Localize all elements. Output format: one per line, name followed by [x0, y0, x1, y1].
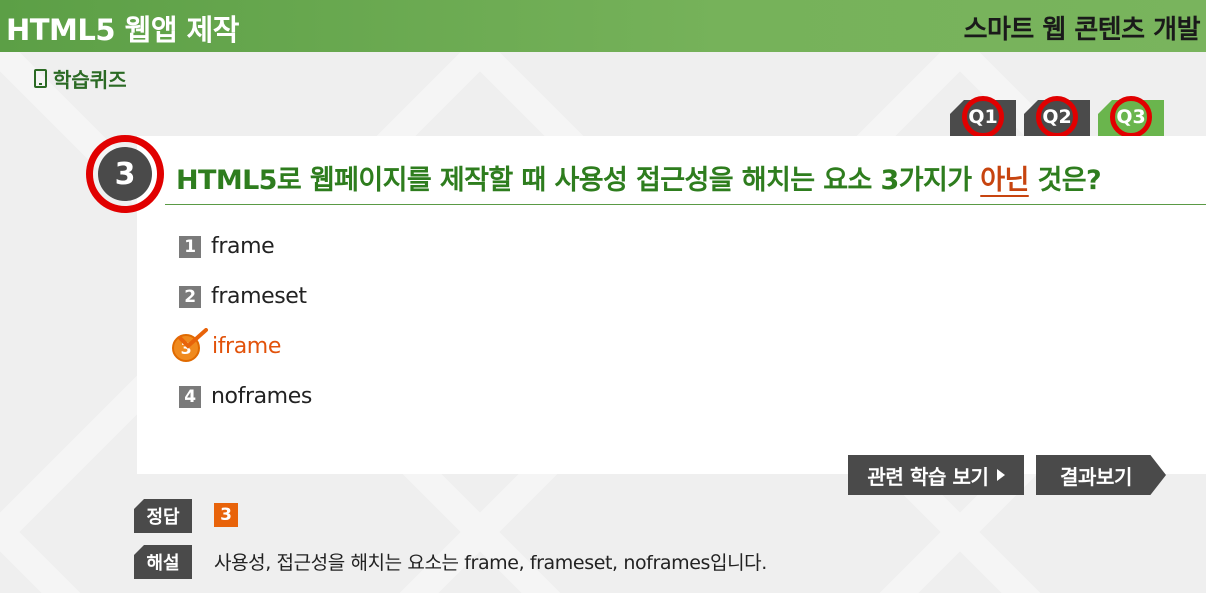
tab-q2[interactable]: Q2 — [1024, 96, 1090, 138]
section-header: 학습퀴즈 — [34, 64, 127, 93]
question-number: 3 — [98, 147, 152, 201]
option-number: 1 — [179, 235, 201, 258]
tab-q3-label: Q3 — [1110, 96, 1152, 138]
option-2[interactable]: 2 frameset — [179, 284, 307, 309]
explanation-text: 사용성, 접근성을 해치는 요소는 frame, frameset, nofra… — [214, 552, 767, 574]
question-number-badge: 3 — [86, 135, 164, 213]
question-emphasis: 아닌 — [980, 165, 1029, 196]
option-3[interactable]: 3 iframe — [170, 328, 281, 364]
option-label: noframes — [211, 384, 312, 409]
option-label: frame — [211, 234, 275, 259]
checkmark-icon — [178, 328, 208, 349]
course-subtitle: 스마트 웹 콘텐츠 개발 — [963, 15, 1201, 45]
option-1[interactable]: 1 frame — [179, 234, 275, 259]
explanation-label: 해설 — [134, 545, 192, 579]
checked-answer-icon: 3 — [170, 328, 210, 364]
section-title: 학습퀴즈 — [53, 68, 127, 92]
option-4[interactable]: 4 noframes — [179, 384, 312, 409]
app-header: HTML5 웹앱 제작 스마트 웹 콘텐츠 개발 — [0, 0, 1206, 52]
view-result-label: 결과보기 — [1060, 464, 1132, 489]
tab-q2-label: Q2 — [1036, 96, 1078, 138]
question-text: HTML5로 웹페이지를 제작할 때 사용성 접근성을 해치는 요소 3가지가 … — [176, 158, 1102, 197]
related-study-label: 관련 학습 보기 — [867, 464, 989, 489]
tab-q1-label: Q1 — [962, 96, 1004, 138]
option-label: iframe — [212, 333, 281, 359]
option-number: 2 — [179, 285, 201, 308]
related-study-button[interactable]: 관련 학습 보기 — [848, 455, 1024, 495]
play-arrow-icon — [996, 469, 1005, 481]
option-number: 4 — [179, 385, 201, 408]
phone-icon — [34, 69, 47, 88]
tab-q3[interactable]: Q3 — [1098, 96, 1164, 138]
tab-q1[interactable]: Q1 — [950, 96, 1016, 138]
question-divider — [165, 204, 1206, 205]
view-result-button[interactable]: 결과보기 — [1036, 455, 1166, 495]
answer-label: 정답 — [134, 499, 192, 533]
answer-value: 3 — [214, 503, 238, 527]
app-title: HTML5 웹앱 제작 — [6, 13, 239, 47]
option-label: frameset — [211, 284, 307, 309]
question-text-after: 것은? — [1028, 165, 1102, 196]
question-text-before: HTML5로 웹페이지를 제작할 때 사용성 접근성을 해치는 요소 3가지가 — [176, 165, 981, 196]
